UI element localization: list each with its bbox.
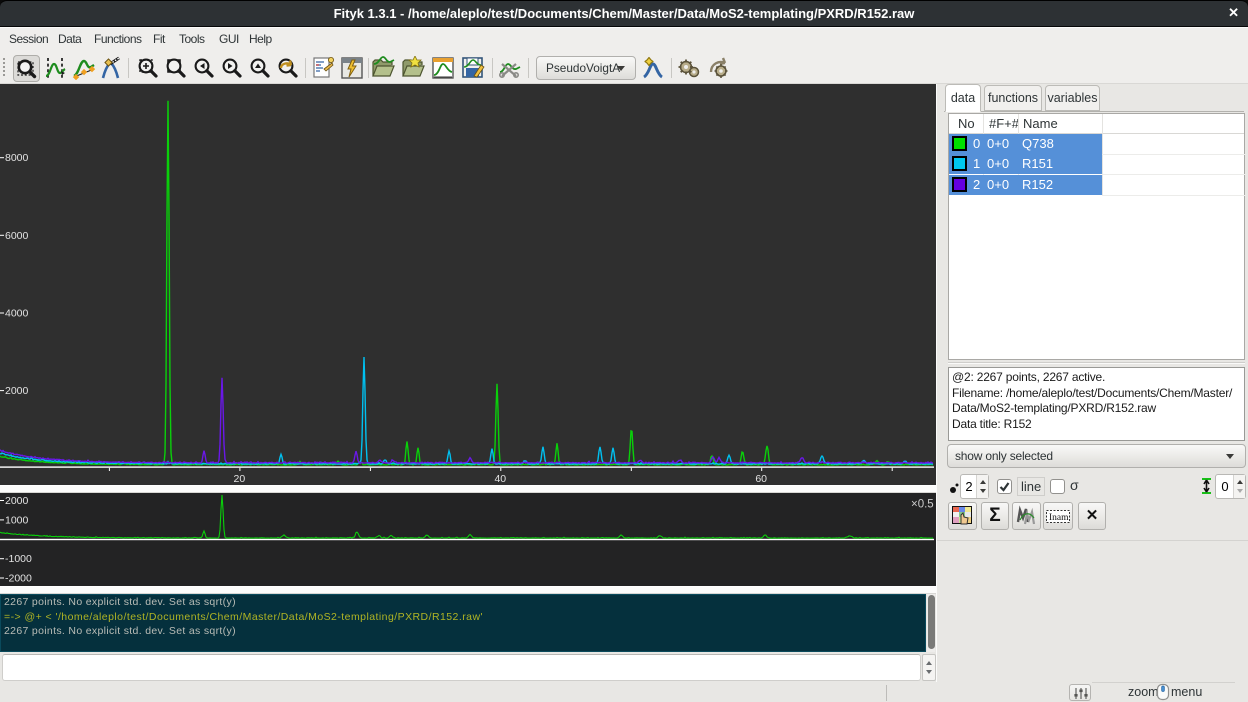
svg-text:2000: 2000	[5, 385, 29, 397]
svg-text:Inam: Inam	[1049, 513, 1069, 523]
svg-text:20: 20	[234, 473, 246, 485]
svg-text:6000: 6000	[5, 230, 29, 242]
svg-text:-2000: -2000	[5, 573, 32, 585]
svg-text:2000: 2000	[5, 495, 29, 507]
svg-text:-1000: -1000	[5, 553, 32, 565]
svg-text:60: 60	[755, 473, 767, 485]
svg-text:8000: 8000	[5, 152, 29, 164]
svg-text:1000: 1000	[5, 514, 29, 526]
svg-text:40: 40	[494, 473, 506, 485]
svg-text:×0.5: ×0.5	[911, 499, 934, 511]
svg-text:4000: 4000	[5, 308, 29, 320]
